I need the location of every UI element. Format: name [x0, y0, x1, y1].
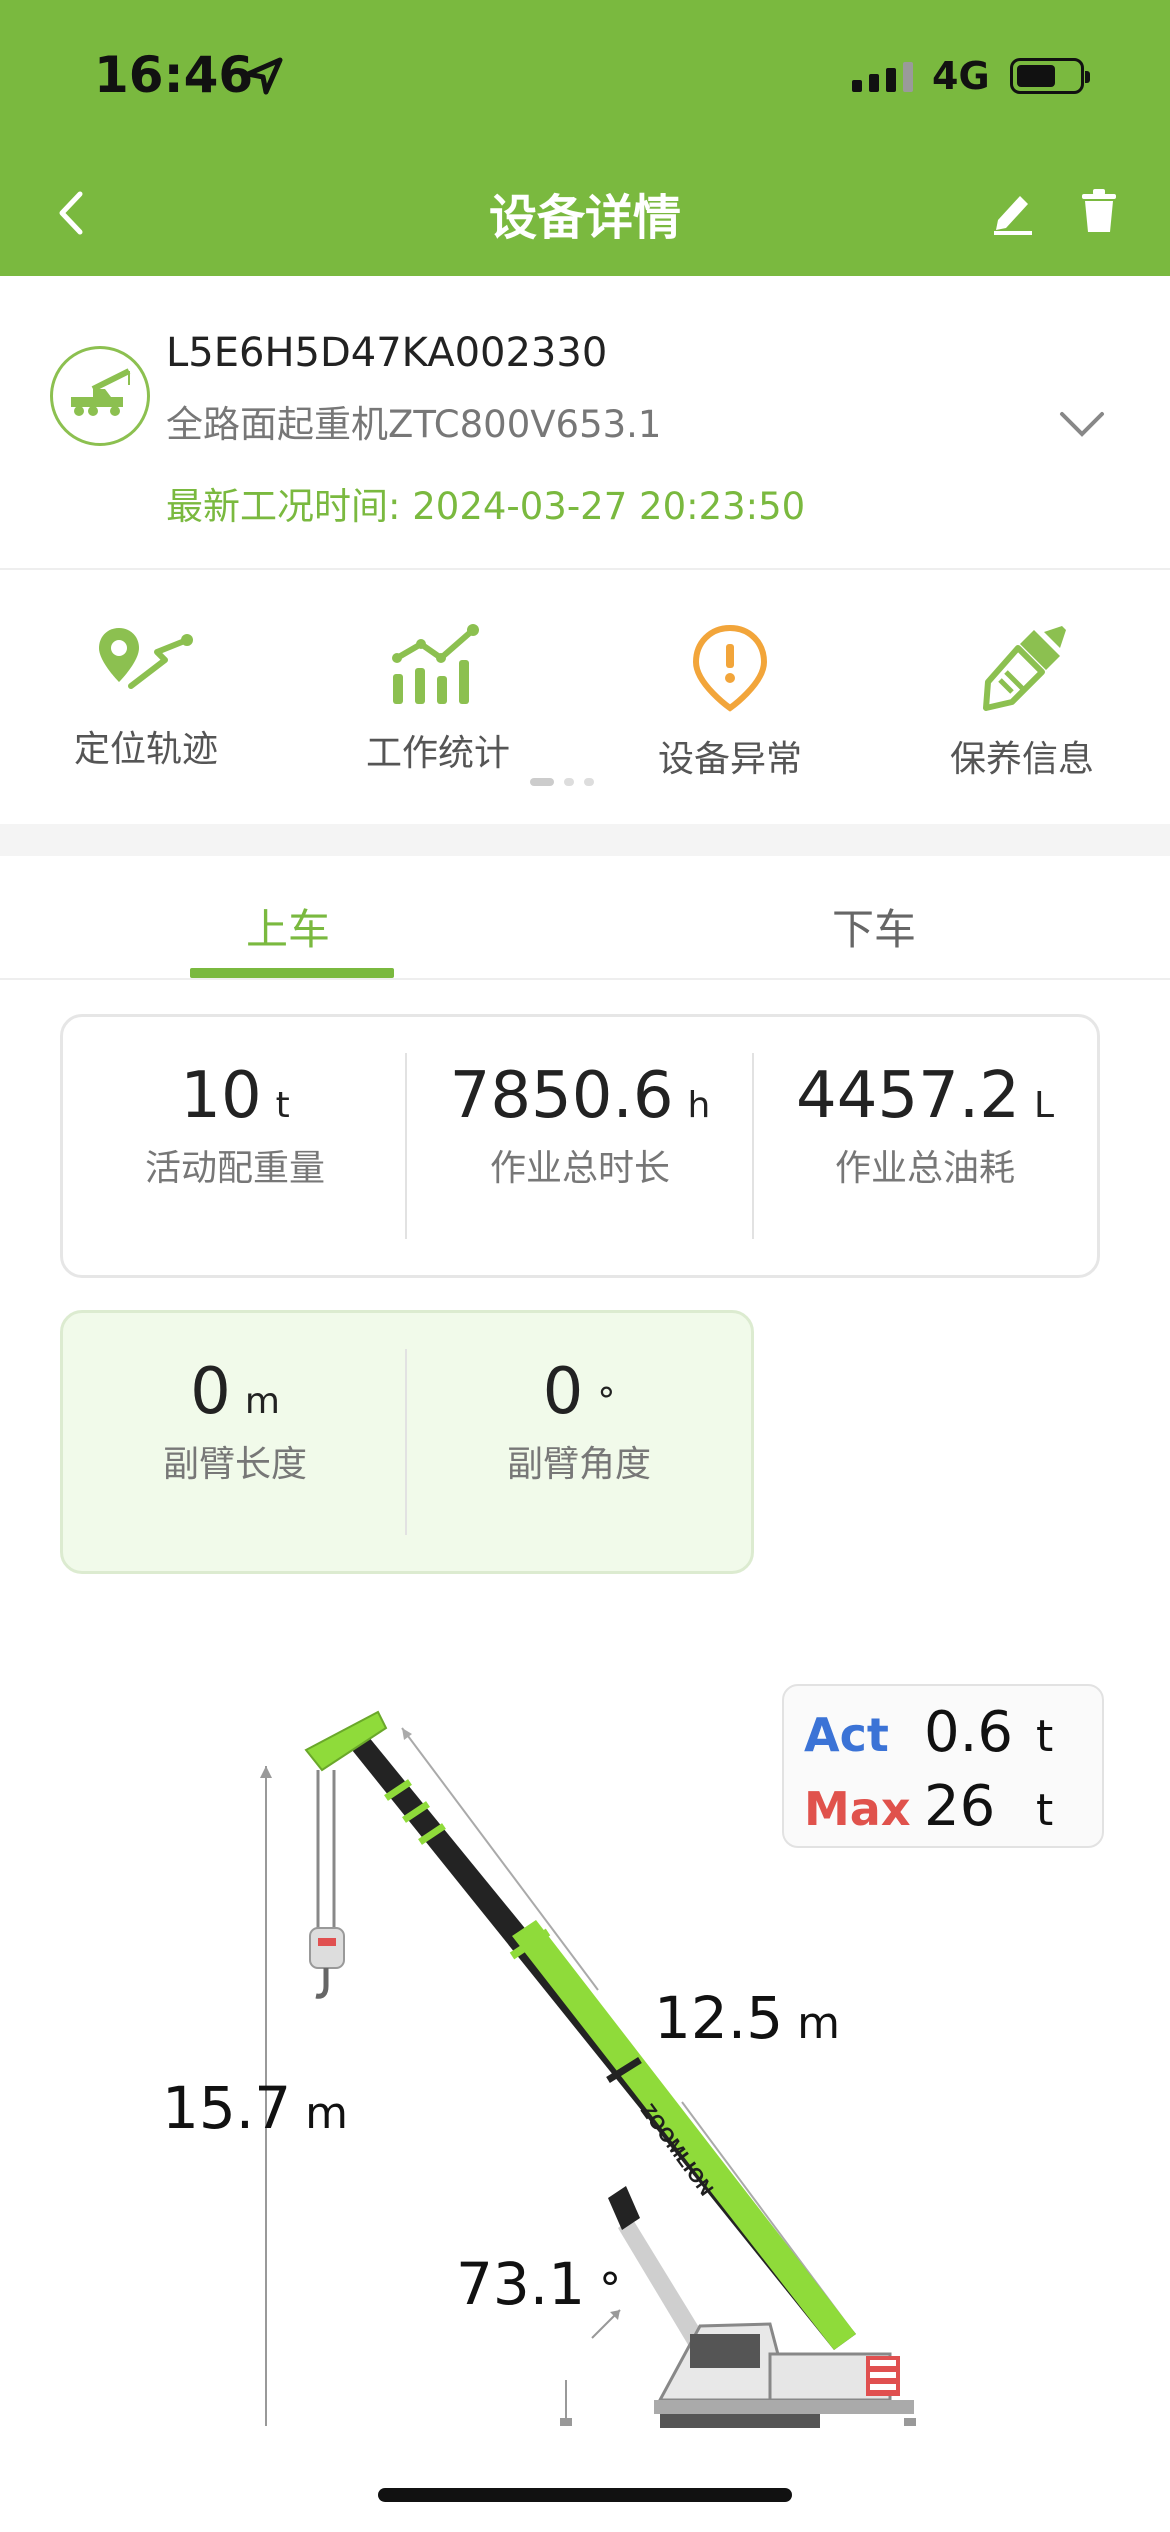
shortcut-label: 定位轨迹	[73, 729, 218, 770]
load-panel: Act 0.6 t Max 26 t	[782, 1684, 1104, 1848]
page-indicator	[530, 778, 594, 786]
device-model: 全路面起重机ZTC800V653.1	[166, 403, 662, 446]
stat-label: 副臂长度	[162, 1444, 307, 1485]
alert-icon	[692, 624, 768, 712]
actual-load: Act 0.6 t	[804, 1700, 1053, 1766]
delete-icon[interactable]	[1078, 186, 1120, 236]
max-label: Max	[804, 1782, 911, 1836]
stats-chart-icon	[392, 624, 479, 704]
battery-icon	[1010, 58, 1090, 94]
tab-lower[interactable]: 下车	[832, 896, 916, 957]
shortcut-label: 设备异常	[657, 739, 802, 780]
home-indicator	[378, 2488, 792, 2502]
shortcut-label: 工作统计	[365, 733, 510, 774]
act-value: 0.6	[924, 1700, 1014, 1765]
stat-counterweight: 10 t 活动配重量	[63, 1017, 407, 1275]
jib-card: 0m 副臂长度 0 ° 副臂角度	[60, 1310, 754, 1574]
device-vin: L5E6H5D47KA002330	[166, 330, 608, 376]
stat-value: 4457.2 L	[796, 1059, 1054, 1133]
status-bar: 16:46 4G	[0, 0, 1170, 150]
latest-time-value: 2024-03-27 20:23:50	[412, 485, 806, 528]
shortcut-label: 保养信息	[949, 739, 1094, 780]
stat-value: 10 t	[180, 1059, 290, 1133]
crane-truck-icon	[50, 346, 150, 446]
stat-value: 7850.6 h	[449, 1059, 711, 1133]
location-arrow-icon	[245, 57, 283, 95]
tab-bar: 上车 下车	[0, 856, 1170, 980]
stat-label: 副臂角度	[506, 1444, 651, 1485]
shortcut-work-stats[interactable]: 工作统计	[328, 622, 548, 776]
chevron-down-icon[interactable]	[1058, 408, 1106, 440]
shortcut-maintenance[interactable]: 保养信息	[912, 622, 1132, 782]
boom-angle: 73.1 °	[456, 2250, 622, 2318]
navigation-bar: 设备详情	[0, 150, 1170, 276]
section-divider	[0, 824, 1170, 856]
crane-diagram: ZOOMLION Act 0.6 t Max 26 t 12.5 m 15.7 m …	[0, 1610, 1170, 2440]
stat-jib-angle: 0 ° 副臂角度	[407, 1313, 751, 1571]
status-time: 16:46	[94, 46, 254, 104]
latest-time-label: 最新工况时间:	[166, 485, 413, 528]
active-tab-indicator	[190, 968, 394, 978]
stat-label: 作业总时长	[489, 1148, 670, 1189]
stat-label: 作业总油耗	[834, 1148, 1015, 1189]
network-type: 4G	[932, 54, 990, 98]
stat-value: 0 °	[542, 1355, 616, 1429]
location-track-icon	[99, 628, 193, 689]
latest-condition-time: 最新工况时间: 2024-03-27 20:23:50	[166, 476, 805, 530]
shortcut-location-track[interactable]: 定位轨迹	[36, 622, 256, 772]
act-label: Act	[804, 1708, 889, 1762]
stats-card: 10 t 活动配重量 7850.6 h 作业总时长 4457.2 L 作业总油耗	[60, 1014, 1100, 1278]
shortcut-menu: 定位轨迹 工作统计 设备异常 保养信息	[0, 572, 1170, 824]
lift-height: 15.7 m	[162, 2074, 349, 2142]
tab-upper[interactable]: 上车	[246, 896, 330, 957]
shortcut-device-alert[interactable]: 设备异常	[620, 622, 840, 782]
boom-length: 12.5 m	[654, 1984, 841, 2052]
signal-icon	[852, 62, 913, 92]
stat-value: 0m	[190, 1355, 280, 1429]
max-load: Max 26 t	[804, 1774, 1053, 1840]
stat-total-hours: 7850.6 h 作业总时长	[407, 1017, 753, 1275]
stat-jib-length: 0m 副臂长度	[63, 1313, 407, 1571]
edit-icon[interactable]	[990, 186, 1036, 236]
max-value: 26	[924, 1774, 996, 1839]
stat-total-fuel: 4457.2 L 作业总油耗	[753, 1017, 1097, 1275]
device-header[interactable]: L5E6H5D47KA002330 全路面起重机ZTC800V653.1 最新工…	[0, 276, 1170, 570]
brush-icon	[983, 626, 1066, 711]
stat-label: 活动配重量	[144, 1148, 325, 1189]
max-unit: t	[1036, 1785, 1054, 1836]
act-unit: t	[1036, 1711, 1054, 1762]
